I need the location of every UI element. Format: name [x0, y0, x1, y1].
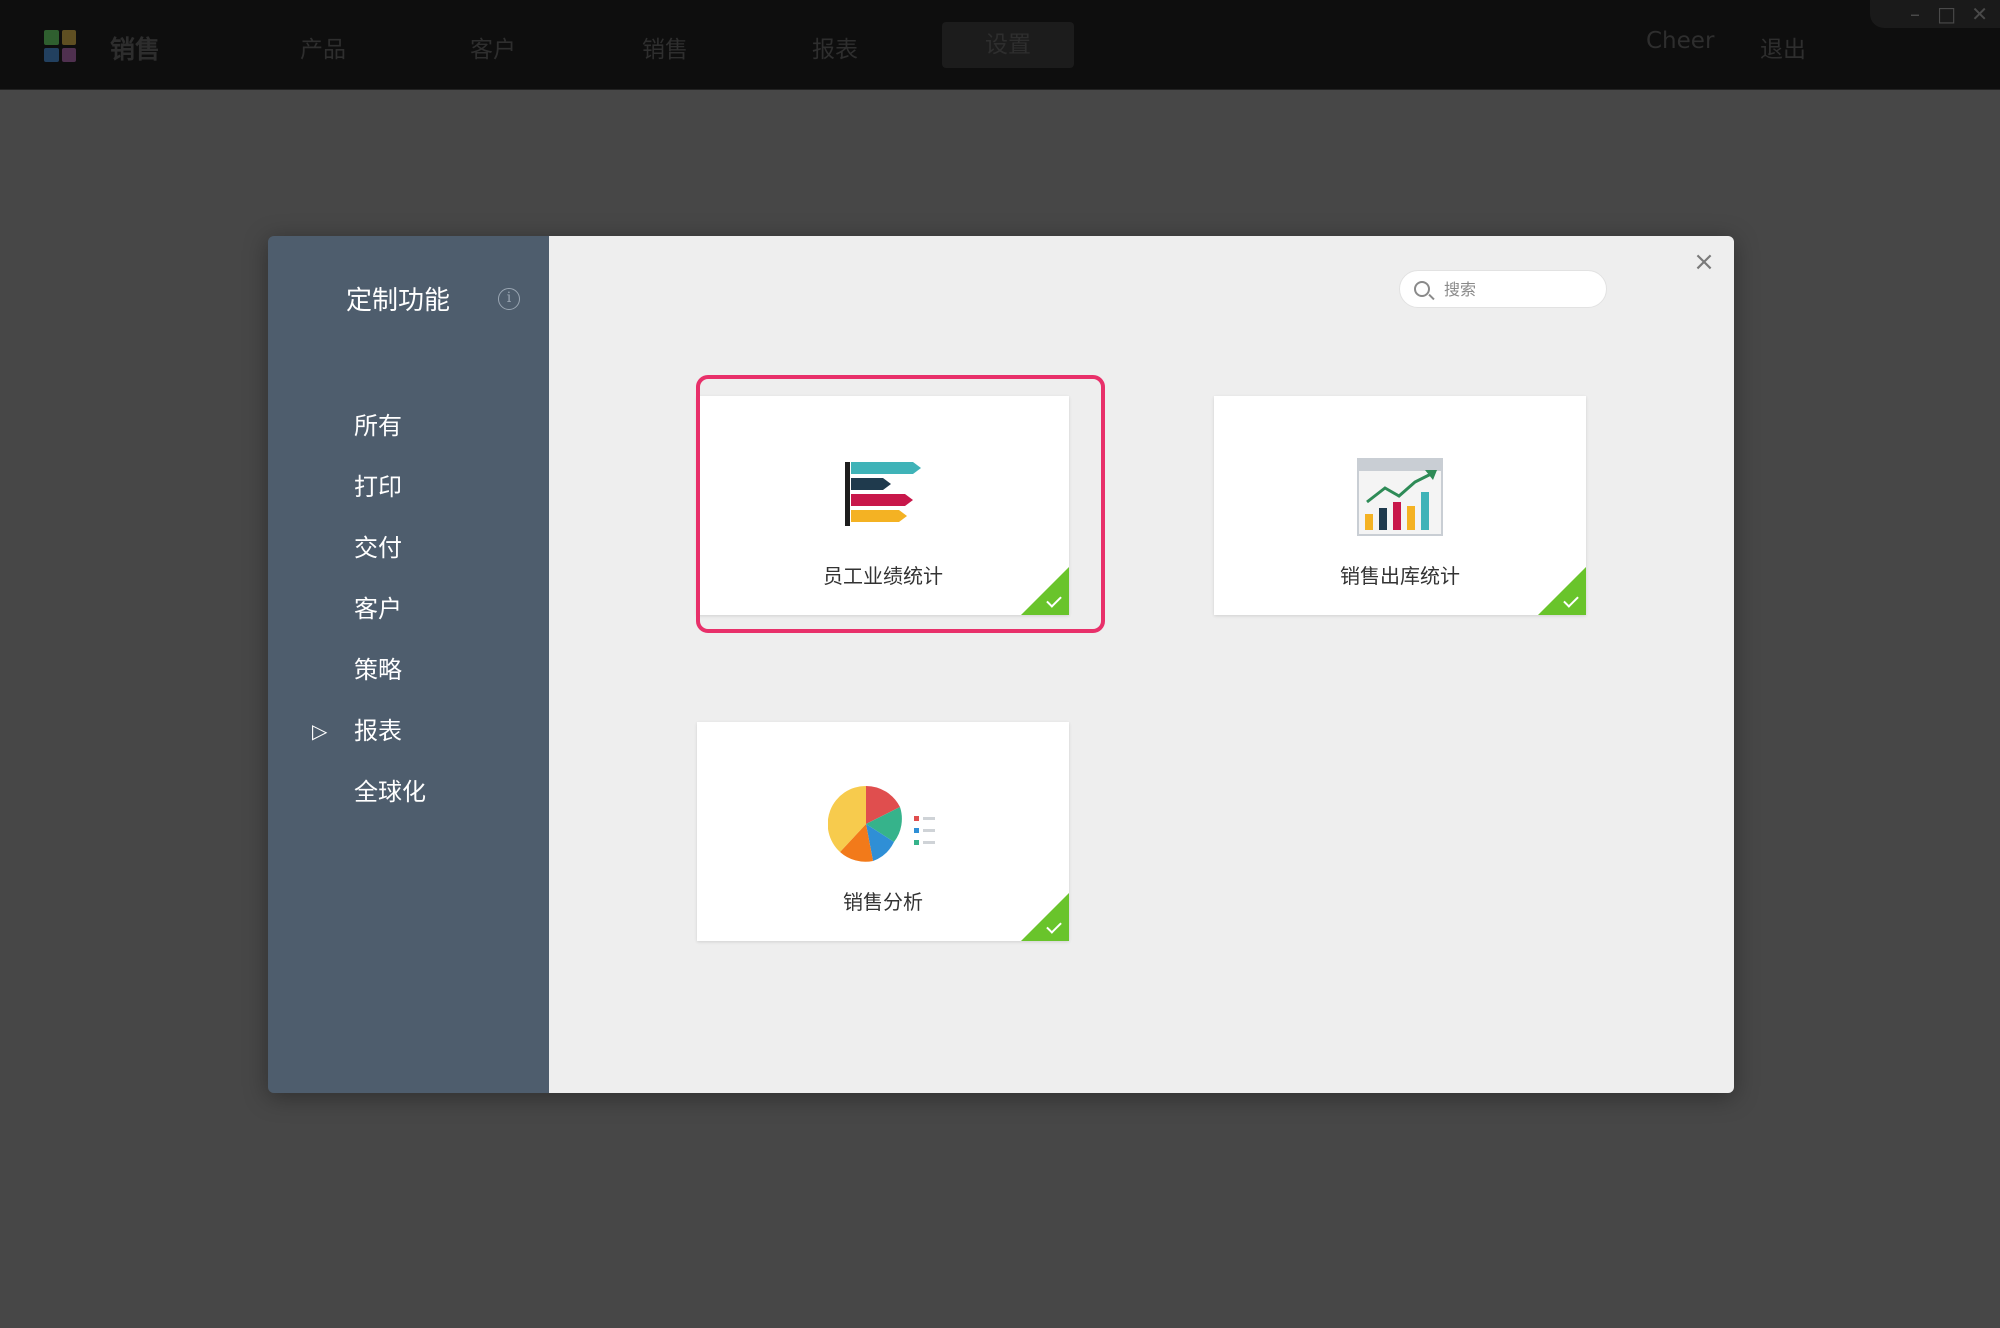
horizontal-bar-chart-icon — [843, 458, 923, 532]
category-label: 客户 — [354, 595, 402, 623]
trend-bar-chart-icon — [1357, 458, 1443, 540]
checked-corner — [1538, 567, 1586, 615]
category-all[interactable]: 所有 — [268, 396, 549, 457]
category-label: 打印 — [354, 473, 402, 501]
maximize-icon[interactable]: □ — [1937, 0, 1956, 28]
category-strategy[interactable]: 策略 — [268, 640, 549, 701]
play-arrow-icon: ▷ — [312, 719, 328, 743]
checked-corner — [1021, 893, 1069, 941]
category-globalization[interactable]: 全球化 — [268, 762, 549, 823]
category-print[interactable]: 打印 — [268, 457, 549, 518]
category-menu: 所有 打印 交付 客户 策略 ▷ 报表 全球化 — [268, 396, 549, 823]
card-title: 员工业绩统计 — [823, 564, 943, 588]
dialog-content: × 员工业绩统计 — [549, 236, 1734, 1093]
search-icon — [1414, 281, 1430, 297]
card-title: 销售分析 — [843, 890, 923, 914]
nav-item-products[interactable]: 产品 — [300, 30, 346, 64]
category-label: 所有 — [354, 412, 402, 440]
customize-features-dialog: 定制功能 i 所有 打印 交付 客户 策略 ▷ 报表 全球化 × 搜索 员工业绩… — [268, 236, 1734, 1093]
pie-chart-icon — [827, 784, 938, 868]
nav-item-sales[interactable]: 销售 — [642, 30, 688, 64]
nav-item-settings[interactable]: 设置 — [942, 22, 1074, 68]
info-icon[interactable]: i — [498, 288, 520, 310]
category-delivery[interactable]: 交付 — [268, 518, 549, 579]
category-reports[interactable]: ▷ 报表 — [268, 701, 549, 762]
search-input[interactable] — [1444, 275, 1594, 303]
nav-item-reports[interactable]: 报表 — [812, 30, 858, 64]
category-customer[interactable]: 客户 — [268, 579, 549, 640]
feature-card-sales-analysis[interactable]: 销售分析 — [697, 722, 1069, 941]
minimize-icon[interactable]: – — [1910, 0, 1920, 28]
feature-card-sales-outbound[interactable]: 销售出库统计 — [1214, 396, 1586, 615]
dialog-sidebar: 定制功能 i 所有 打印 交付 客户 策略 ▷ 报表 全球化 — [268, 236, 549, 1093]
app-logo-icon — [44, 30, 76, 62]
feature-card-employee-performance[interactable]: 员工业绩统计 — [697, 396, 1069, 615]
dialog-title: 定制功能 — [346, 286, 451, 316]
window-close-icon[interactable]: ✕ — [1971, 0, 1988, 28]
search-box — [1399, 270, 1607, 308]
checked-corner — [1021, 567, 1069, 615]
logout-link[interactable]: 退出 — [1760, 30, 1806, 64]
user-name[interactable]: Cheer — [1646, 28, 1714, 54]
app-name: 销售 — [110, 35, 161, 64]
category-label: 全球化 — [354, 778, 426, 806]
nav-item-customers[interactable]: 客户 — [470, 30, 516, 64]
top-nav-bar: 销售 产品 客户 销售 报表 设置 Cheer 退出 – □ ✕ — [0, 0, 2000, 90]
category-label: 策略 — [354, 656, 402, 684]
category-label: 报表 — [354, 717, 402, 745]
close-icon[interactable]: × — [1690, 248, 1718, 276]
card-title: 销售出库统计 — [1340, 564, 1460, 588]
category-label: 交付 — [354, 534, 402, 562]
